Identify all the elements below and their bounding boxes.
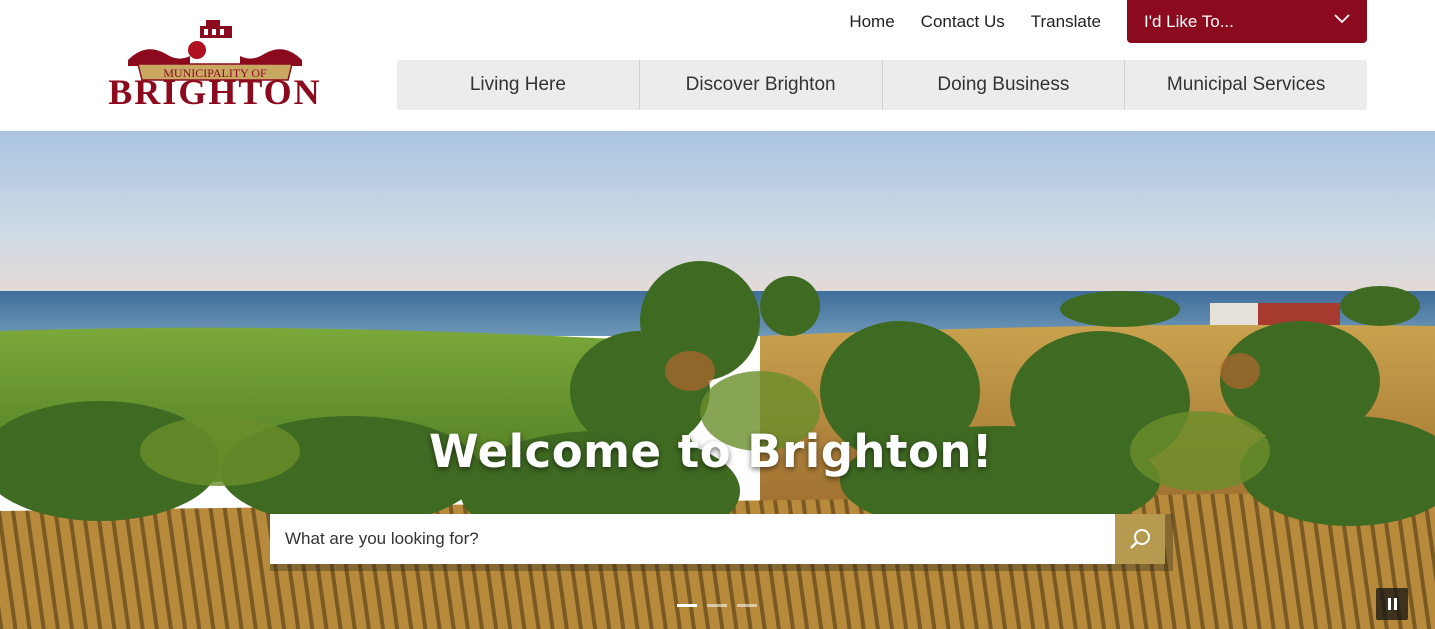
pause-icon-bar — [1393, 598, 1397, 610]
hero-banner: Welcome to Brighton! — [0, 131, 1435, 629]
home-link[interactable]: Home — [849, 0, 894, 43]
nav-doing-business[interactable]: Doing Business — [883, 60, 1126, 110]
search-button[interactable] — [1115, 514, 1165, 564]
logo-name-text: BRIGHTON — [108, 72, 321, 110]
chevron-down-icon — [1334, 14, 1350, 24]
utility-nav: Home Contact Us Translate I'd Like To... — [849, 0, 1367, 43]
nav-municipal-services[interactable]: Municipal Services — [1125, 60, 1367, 110]
site-header: MUNICIPALITY OF BRIGHTON Home Contact Us… — [0, 0, 1435, 131]
slide-indicators — [677, 604, 767, 607]
nav-discover-brighton[interactable]: Discover Brighton — [640, 60, 883, 110]
pause-button[interactable] — [1376, 588, 1408, 620]
pause-icon — [1387, 598, 1391, 610]
slide-indicator-2[interactable] — [707, 604, 727, 607]
hero-title: Welcome to Brighton! — [429, 425, 993, 478]
slide-indicator-1[interactable] — [677, 604, 697, 607]
municipality-logo[interactable]: MUNICIPALITY OF BRIGHTON — [66, 20, 364, 112]
id-like-to-dropdown[interactable]: I'd Like To... — [1127, 0, 1367, 43]
search-input[interactable] — [270, 514, 1115, 564]
translate-link[interactable]: Translate — [1031, 0, 1101, 43]
id-like-to-label: I'd Like To... — [1144, 12, 1234, 31]
hero-search — [270, 514, 1173, 571]
nav-living-here[interactable]: Living Here — [397, 60, 640, 110]
contact-us-link[interactable]: Contact Us — [921, 0, 1005, 43]
main-nav: Living Here Discover Brighton Doing Busi… — [397, 60, 1367, 110]
slide-indicator-3[interactable] — [737, 604, 757, 607]
search-icon — [1130, 529, 1150, 549]
